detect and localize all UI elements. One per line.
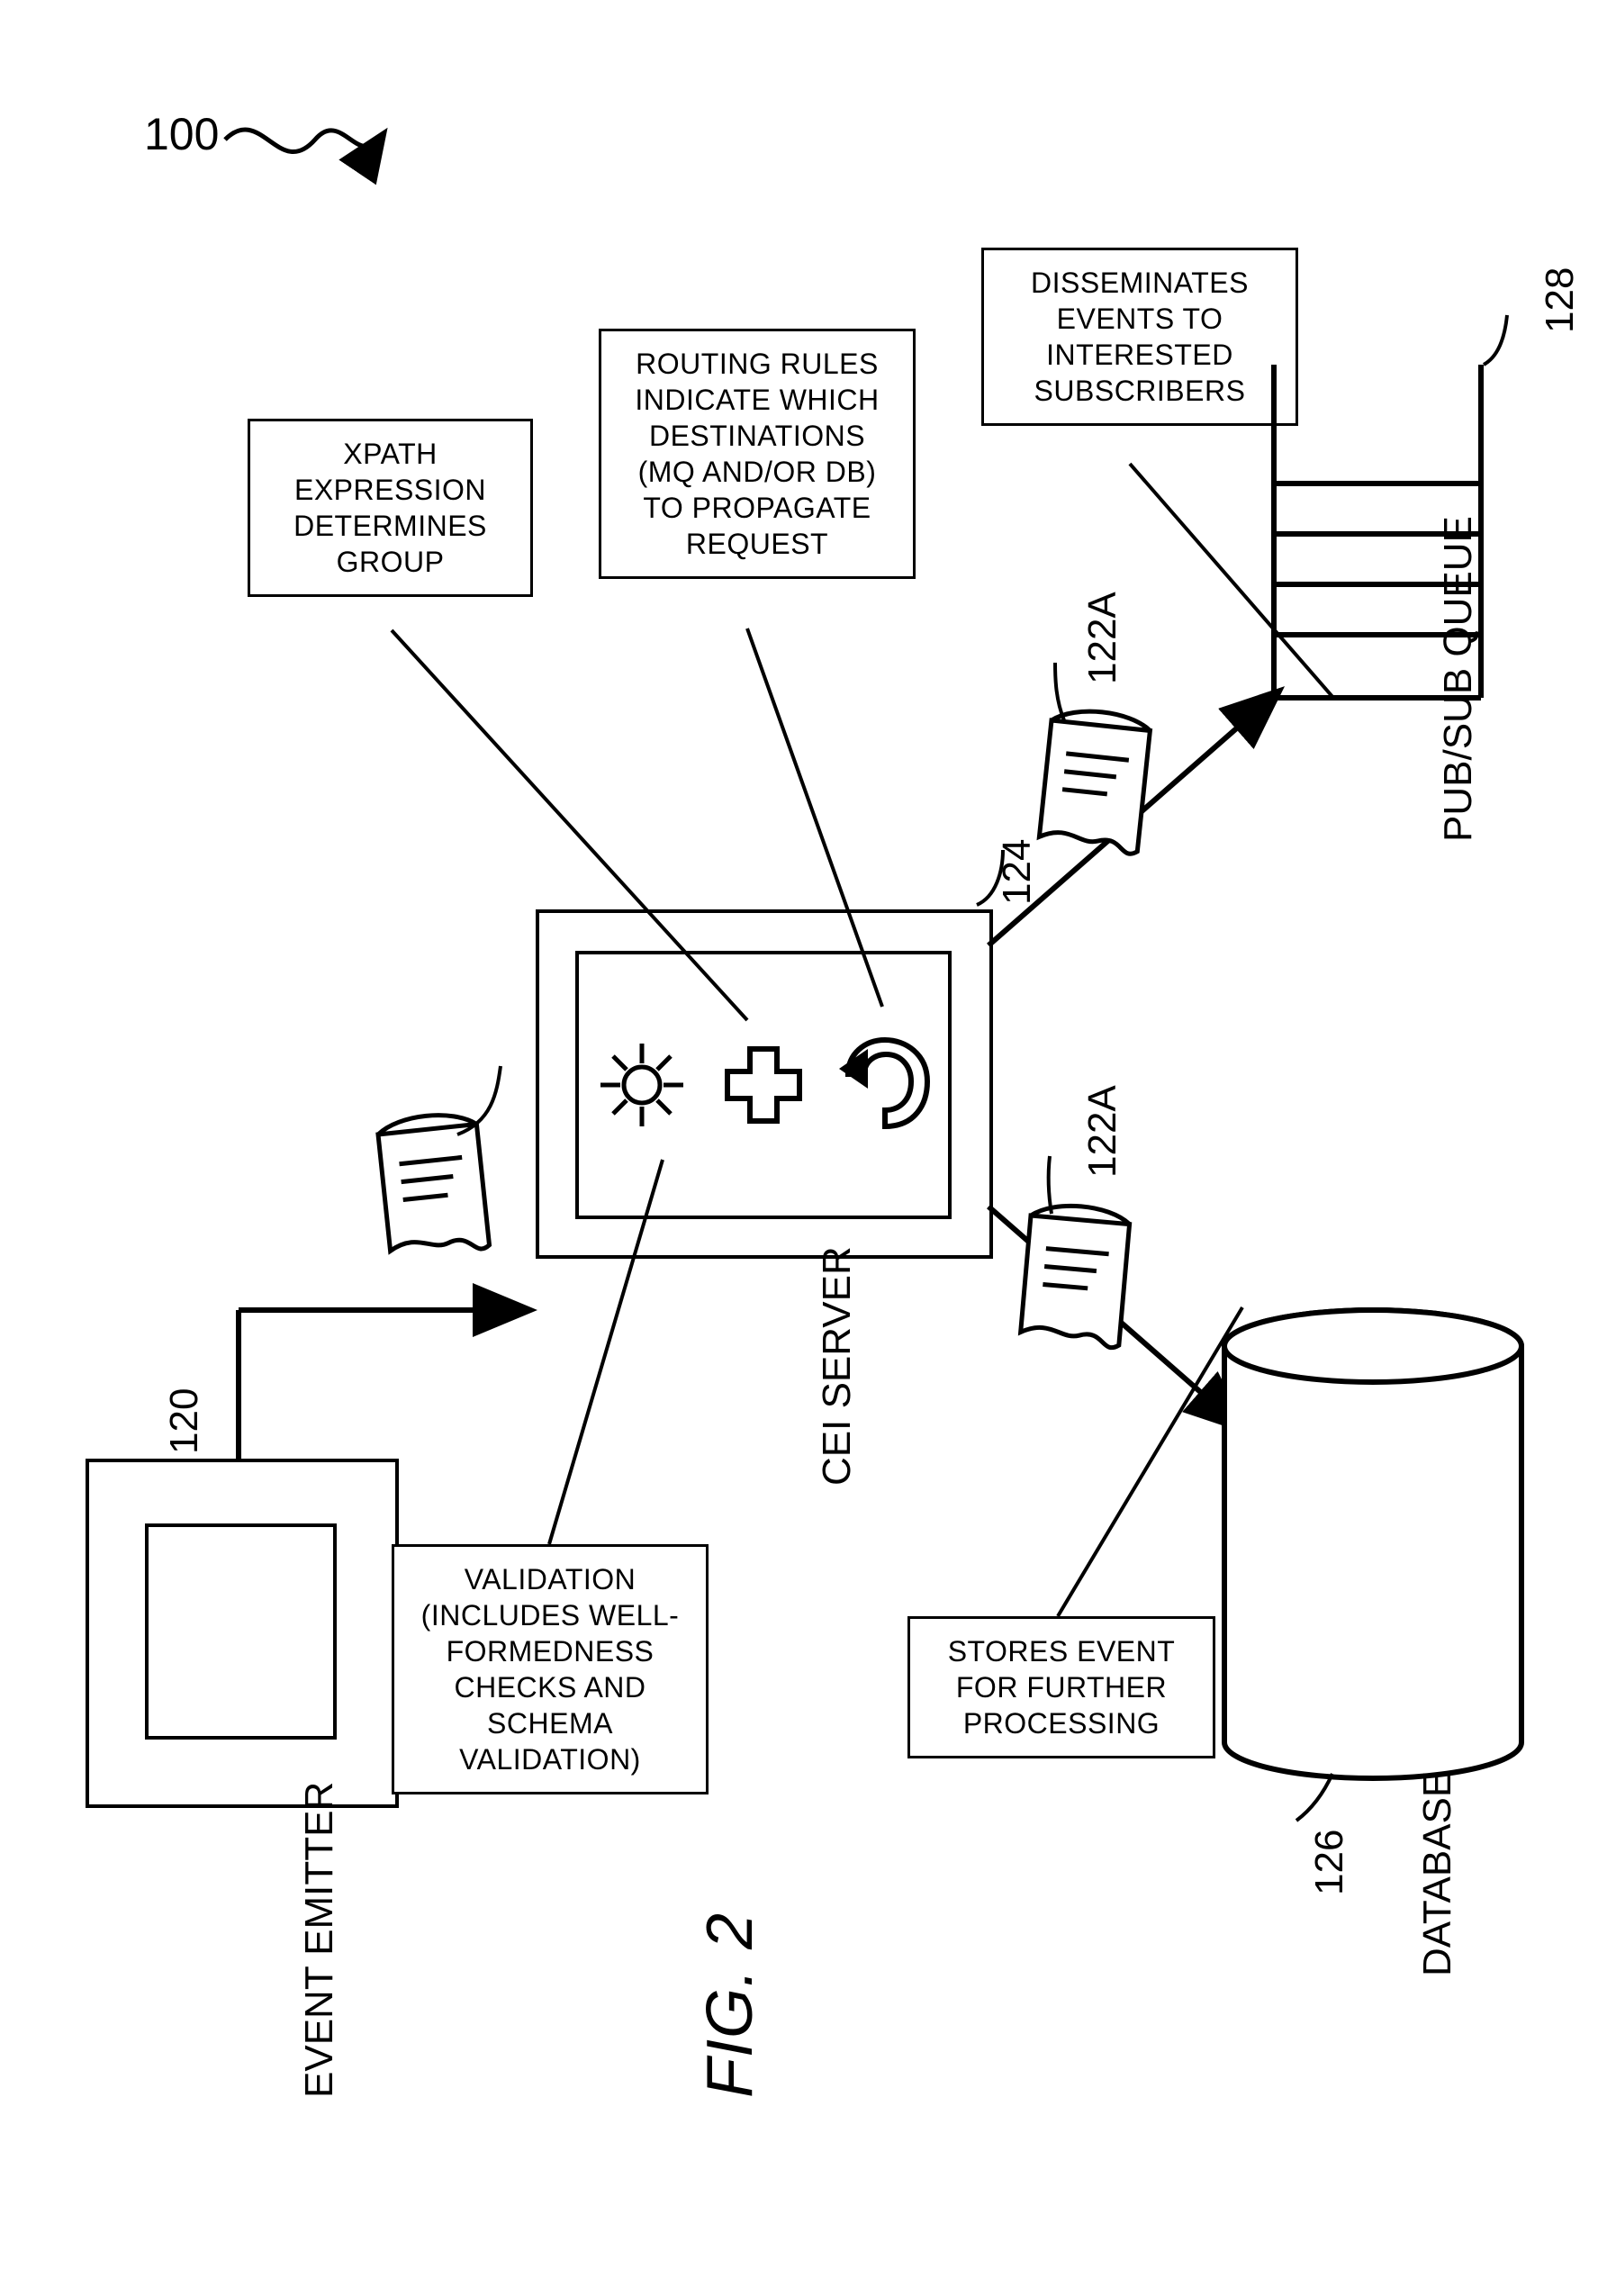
event-emitter-screen [145,1523,337,1740]
figure-ref: 100 [144,108,219,160]
event-out-top-ref: 122A [1080,592,1125,684]
figure-label: FIG. 2 [693,1912,767,2098]
database-ref: 126 [1307,1830,1352,1895]
note-stores: STORES EVENT FOR FURTHER PROCESSING [907,1616,1215,1758]
note-xpath: XPATH EXPRESSION DETERMINES GROUP [248,419,533,597]
note-routing: ROUTING RULES INDICATE WHICH DESTINATION… [599,329,916,579]
cei-server-ref: 124 [995,839,1040,905]
event-out-bottom-ref: 122A [1080,1085,1125,1178]
note-xpath-text: XPATH EXPRESSION DETERMINES GROUP [293,438,487,578]
event-emitter [86,1459,399,1808]
pubsub-queue-ref: 128 [1538,267,1583,333]
cei-server [536,909,993,1259]
note-disseminates-text: DISSEMINATES EVENTS TO INTERESTED SUBSCR… [1031,267,1249,407]
event-emitter-label: EVENT EMITTER [297,1782,342,2098]
pubsub-queue-label: PUB/SUB QUEUE [1436,516,1481,842]
note-stores-text: STORES EVENT FOR FURTHER PROCESSING [948,1635,1176,1740]
cei-server-inner [575,951,952,1219]
database-label: DATABASE [1415,1771,1460,1976]
cei-server-label: CEI SERVER [815,1246,860,1486]
note-validation: VALIDATION (INCLUDES WELL-FORMEDNESS CHE… [392,1544,709,1794]
note-disseminates: DISSEMINATES EVENTS TO INTERESTED SUBSCR… [981,248,1298,426]
note-validation-text: VALIDATION (INCLUDES WELL-FORMEDNESS CHE… [421,1563,680,1776]
plus-icon [718,1040,808,1130]
sun-icon [592,1035,691,1134]
event-emitter-ref: 120 [162,1388,207,1454]
note-routing-text: ROUTING RULES INDICATE WHICH DESTINATION… [635,348,879,560]
route-arrow-icon [835,1031,934,1139]
